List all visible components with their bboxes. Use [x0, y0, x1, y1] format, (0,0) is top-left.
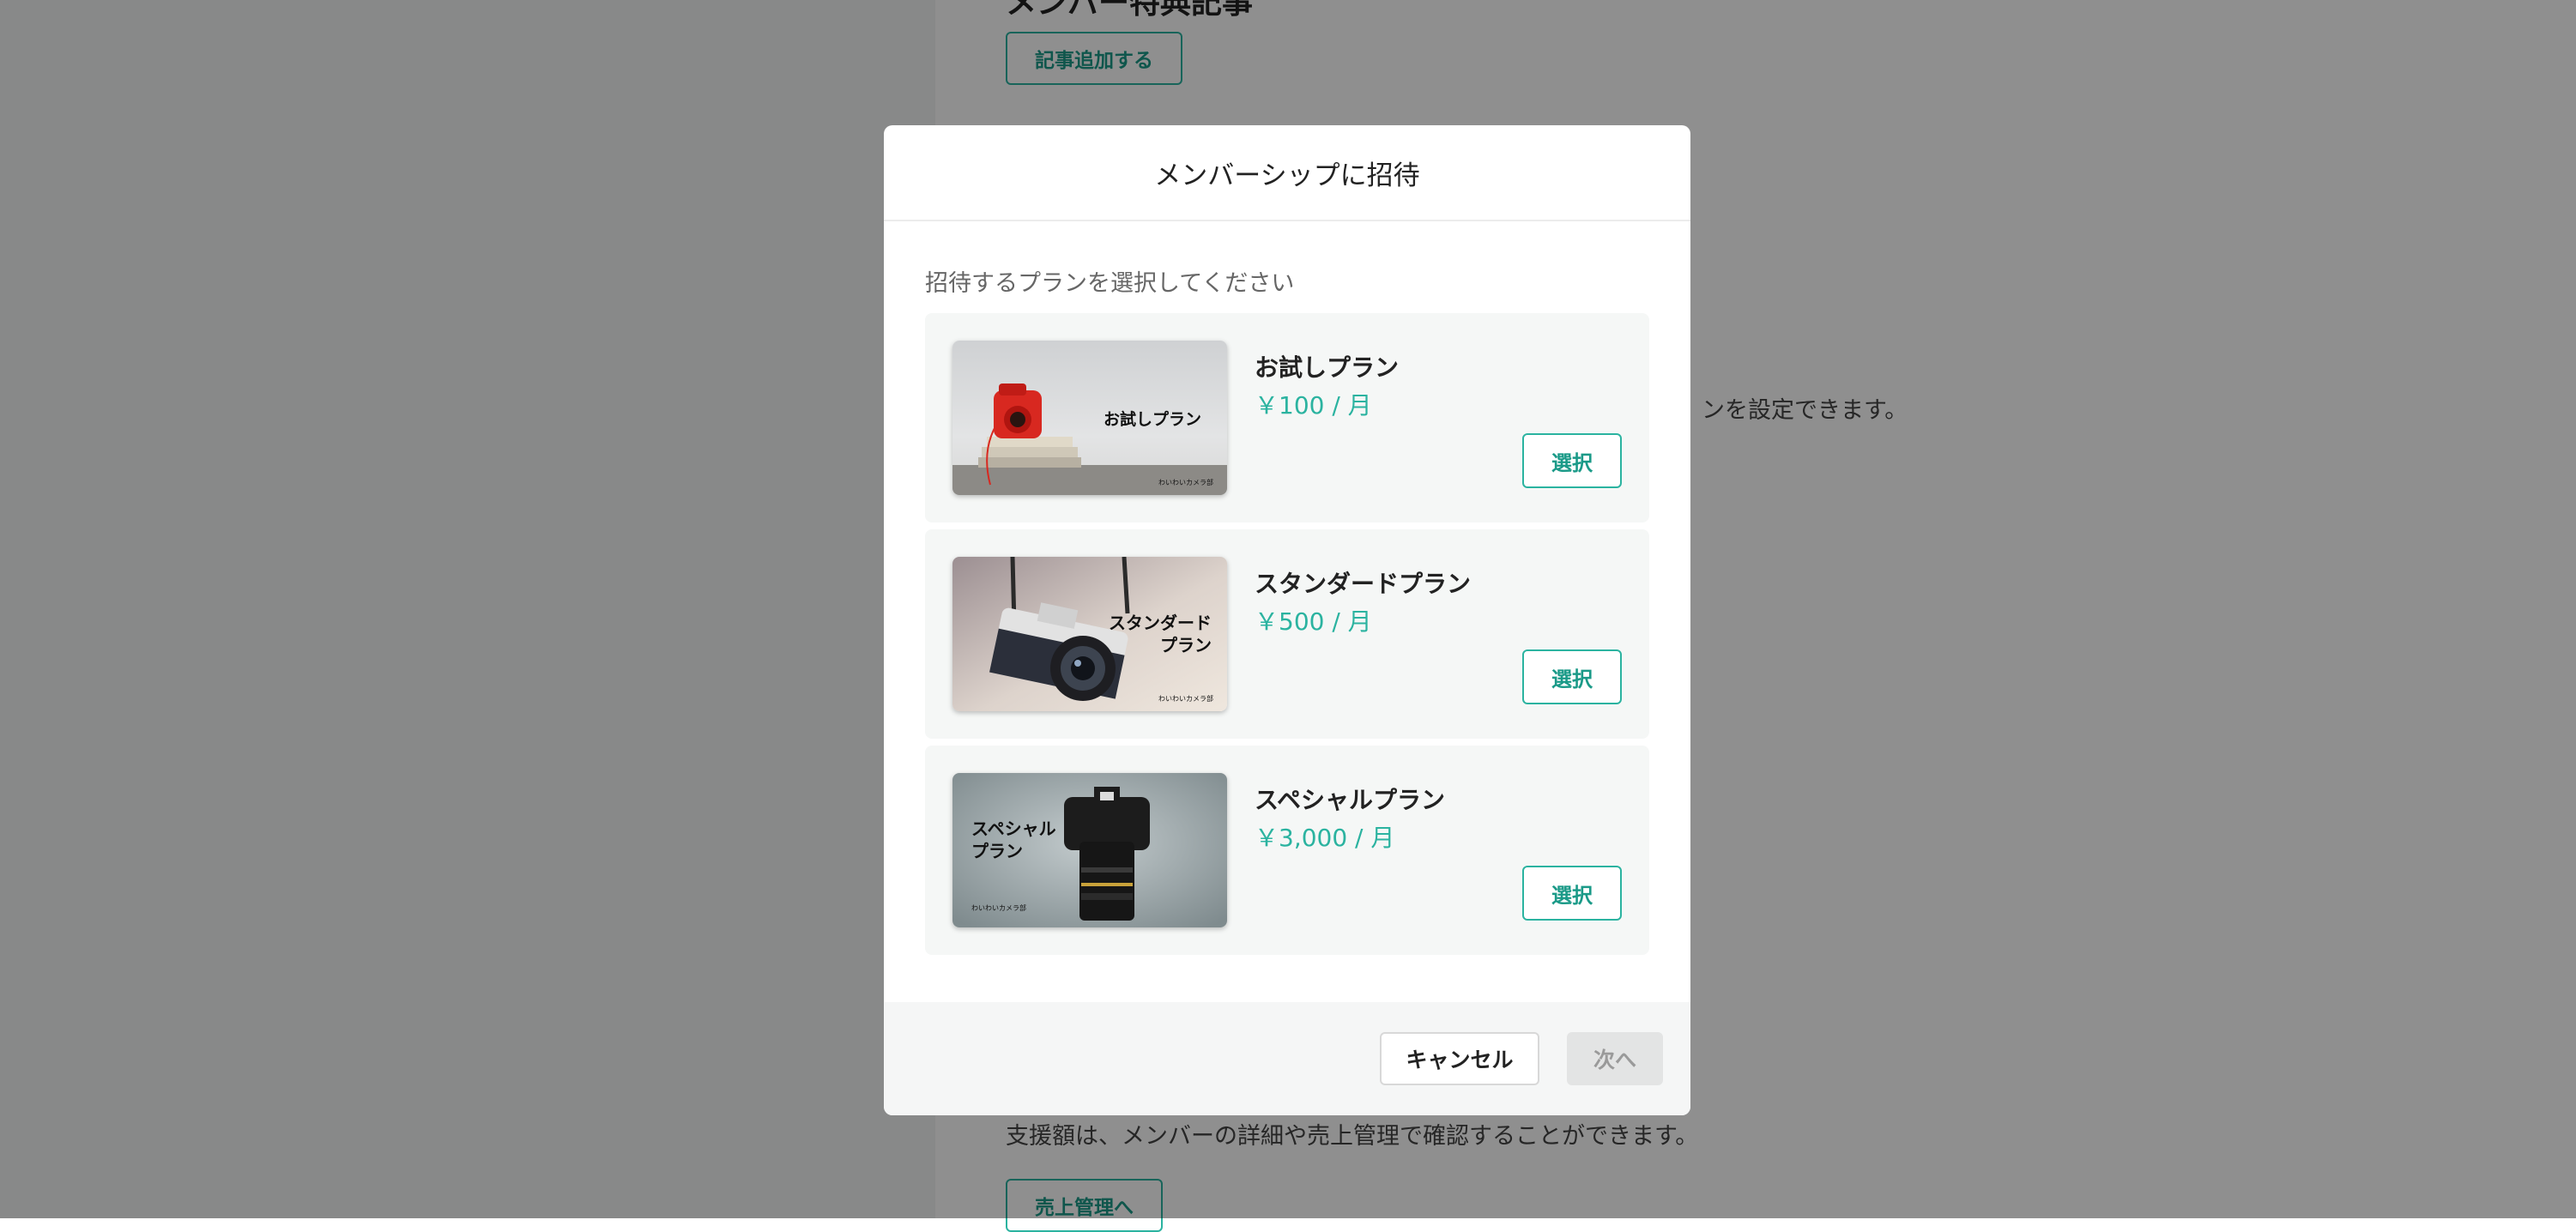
plan-name: スタンダードプラン	[1255, 570, 1472, 598]
plan-instruction: 招待するプランを選択してください	[925, 270, 1295, 297]
thumb-title-standard-line1: スタンダード	[1109, 613, 1212, 633]
select-plan-button-special[interactable]: 選択	[1522, 866, 1622, 921]
invite-membership-modal: メンバーシップに招待 招待するプランを選択してください お試しプラン わいわいカ…	[884, 125, 1690, 1115]
modal-title: メンバーシップに招待	[1154, 160, 1420, 191]
thumb-title-special-line1: スペシャル	[971, 818, 1056, 839]
plan-thumbnail-special: スペシャル プラン わいわいカメラ部	[952, 773, 1227, 927]
thumb-credit-standard: わいわいカメラ部	[1158, 694, 1213, 703]
modal-body: 招待するプランを選択してください お試しプラン わいわいカメラ部 お試しプラン …	[884, 221, 1690, 955]
plan-price: ￥500 / 月	[1255, 607, 1372, 636]
plan-card-special: スペシャル プラン わいわいカメラ部 スペシャルプラン ￥3,000 / 月 選…	[925, 746, 1649, 955]
thumb-credit-trial: わいわいカメラ部	[1158, 478, 1213, 486]
film-camera-illustration: スタンダード プラン わいわいカメラ部	[952, 557, 1227, 711]
plan-price: ￥100 / 月	[1255, 391, 1372, 420]
plan-name: お試しプラン	[1255, 353, 1400, 382]
plan-price: ￥3,000 / 月	[1255, 824, 1395, 852]
instant-camera-illustration: お試しプラン わいわいカメラ部	[952, 341, 1227, 495]
modal-header: メンバーシップに招待	[884, 125, 1690, 221]
select-plan-button-standard[interactable]: 選択	[1522, 649, 1622, 704]
thumb-credit-special: わいわいカメラ部	[971, 903, 1026, 912]
next-button[interactable]: 次へ	[1567, 1032, 1663, 1085]
select-plan-button-trial[interactable]: 選択	[1522, 433, 1622, 488]
thumb-title-trial: お試しプラン	[1104, 409, 1201, 429]
plan-thumbnail-trial: お試しプラン わいわいカメラ部	[952, 341, 1227, 495]
plan-name: スペシャルプラン	[1255, 786, 1446, 814]
modal-footer: キャンセル 次へ	[884, 1002, 1690, 1115]
cancel-button[interactable]: キャンセル	[1380, 1032, 1539, 1085]
plan-thumbnail-standard: スタンダード プラン わいわいカメラ部	[952, 557, 1227, 711]
thumb-title-special-line2: プラン	[971, 841, 1023, 861]
plan-card-standard: スタンダード プラン わいわいカメラ部 スタンダードプラン ￥500 / 月 選…	[925, 529, 1649, 739]
thumb-title-standard-line2: プラン	[1160, 635, 1212, 655]
plan-card-trial: お試しプラン わいわいカメラ部 お試しプラン ￥100 / 月 選択	[925, 313, 1649, 522]
dslr-camera-illustration: スペシャル プラン わいわいカメラ部	[952, 773, 1227, 927]
